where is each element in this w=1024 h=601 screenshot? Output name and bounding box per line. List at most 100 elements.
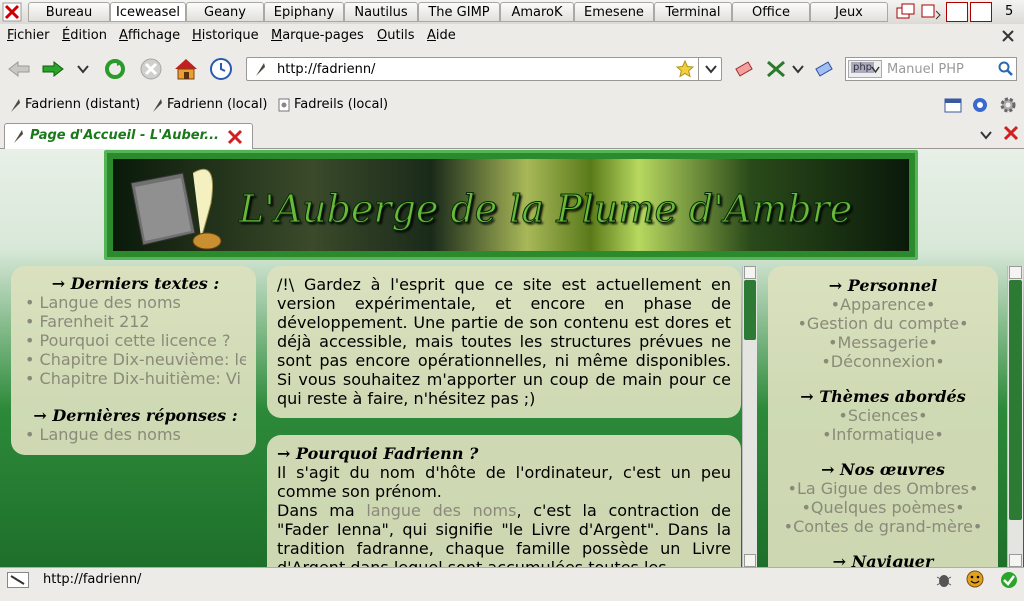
eraser-icon[interactable] <box>733 59 755 79</box>
bookmark-fadrienn-local[interactable]: Fadrienn (local) <box>167 97 268 112</box>
status-link-icon <box>7 572 29 588</box>
url-text[interactable]: http://fadrienn/ <box>277 62 375 77</box>
site-feather-icon <box>253 61 267 77</box>
url-bar[interactable]: http://fadrienn/ <box>246 57 722 81</box>
themes-title: → Thèmes abordés <box>800 387 966 406</box>
workspace-switcher-2[interactable] <box>970 2 992 22</box>
back-icon[interactable] <box>6 57 32 81</box>
smiley-icon[interactable] <box>966 570 984 592</box>
close-tab-icon[interactable] <box>1003 125 1019 145</box>
taskbar-tab-nautilus[interactable]: Nautilus <box>344 2 418 22</box>
home-icon[interactable] <box>173 57 199 81</box>
menu-link-informatique[interactable]: •Informatique• <box>772 425 994 444</box>
check-icon[interactable] <box>1000 571 1018 593</box>
menu-aide[interactable]: Aide <box>427 28 456 43</box>
tab-close-icon[interactable] <box>227 129 243 149</box>
url-dropdown-icon[interactable] <box>698 58 722 80</box>
feather-icon <box>9 97 21 117</box>
menubar-close-icon[interactable] <box>1000 28 1016 44</box>
taskbar-tab-epiphany[interactable]: Epiphany <box>264 2 344 22</box>
search-icon[interactable] <box>998 61 1014 77</box>
right-panel: → Personnel •Apparence• •Gestion du comp… <box>768 266 998 567</box>
bookmark-star-icon[interactable] <box>675 59 695 78</box>
workspace-switcher-1[interactable] <box>946 2 968 22</box>
reload-icon[interactable] <box>102 57 128 81</box>
taskbar-tab-amarok[interactable]: AmaroK <box>500 2 574 22</box>
tab-title: Page d'Accueil - L'Auber... <box>30 128 219 143</box>
app-close-icon[interactable] <box>2 2 22 22</box>
menu-affichage[interactable]: Affichage <box>119 28 180 43</box>
menu-link-messagerie[interactable]: •Messagerie• <box>772 333 994 352</box>
scroll-up-arrow[interactable] <box>744 266 756 279</box>
latest-text-item[interactable]: • Chapitre Dix-huitième: Vi <box>25 369 246 388</box>
menu-link-gigue-ombres[interactable]: •La Gigue des Ombres• <box>772 479 994 498</box>
taskbar-tab-geany[interactable]: Geany <box>186 2 264 22</box>
latest-text-item[interactable]: • Chapitre Dix-neuvième: le <box>25 350 246 369</box>
langue-des-noms-link[interactable]: langue des noms <box>366 501 516 520</box>
menu-marque-pages[interactable]: Marque-pages <box>271 28 364 43</box>
bug-icon[interactable] <box>935 571 953 593</box>
menu-link-apparence[interactable]: •Apparence• <box>772 295 994 314</box>
tools-x-icon[interactable] <box>765 59 787 79</box>
status-bar: http://fadrienn/ <box>0 567 1024 601</box>
taskbar-tab-terminal[interactable]: Terminal <box>654 2 732 22</box>
stop-icon[interactable] <box>138 57 164 81</box>
navigate-title: → Naviguer <box>832 552 934 567</box>
window-list-icon[interactable] <box>896 3 916 21</box>
bookmark-fadrienn-distant[interactable]: Fadrienn (distant) <box>25 97 140 112</box>
menu-fichier[interactable]: Fichier <box>7 28 50 43</box>
menu-link-contes[interactable]: •Contes de grand-mère• <box>772 517 994 536</box>
notice-panel: /!\ Gardez à l'esprit que ce site est ac… <box>267 266 741 418</box>
latest-reply-item[interactable]: • Langue des noms <box>25 425 246 444</box>
taskbar-tab-jeux[interactable]: Jeux <box>810 2 888 22</box>
gear-icon[interactable] <box>999 96 1017 118</box>
taskbar-tab-bureau[interactable]: Bureau <box>28 2 110 22</box>
menu-outils[interactable]: Outils <box>377 28 415 43</box>
taskbar-tab-office[interactable]: Office <box>732 2 810 22</box>
menubar: Fichier Édition Affichage Historique Mar… <box>0 24 1024 48</box>
search-box[interactable]: php Manuel PHP <box>845 57 1017 81</box>
menu-link-deconnexion[interactable]: •Déconnexion• <box>772 352 994 371</box>
search-engine-selector[interactable]: php <box>848 60 882 78</box>
banner-title: L'Auberge de la Plume d'Ambre <box>238 187 853 232</box>
eraser-2-icon[interactable] <box>813 59 835 79</box>
scroll-thumb[interactable] <box>744 280 756 340</box>
page-content: L'Auberge de la Plume d'Ambre → Derniers… <box>0 149 1024 567</box>
tab-feather-icon <box>12 128 24 148</box>
latest-texts-title: → Derniers textes : <box>51 274 220 293</box>
menu-historique[interactable]: Historique <box>192 28 259 43</box>
history-clock-icon[interactable] <box>208 57 234 81</box>
main-scrollbar[interactable] <box>742 266 757 567</box>
calendar-icon[interactable] <box>944 97 962 117</box>
extension-icon[interactable] <box>971 96 989 118</box>
history-dropdown-icon[interactable] <box>74 57 92 81</box>
scroll-down-arrow[interactable] <box>744 554 756 567</box>
forward-icon[interactable] <box>40 57 66 81</box>
search-input[interactable]: Manuel PHP <box>887 62 964 77</box>
show-desktop-icon[interactable] <box>920 3 942 21</box>
taskbar-tab-emesene[interactable]: Emesene <box>574 2 654 22</box>
menu-edition[interactable]: Édition <box>62 28 107 43</box>
taskbar-tab-gimp[interactable]: The GIMP <box>418 2 500 22</box>
latest-text-item[interactable]: • Farenheit 212 <box>25 312 246 331</box>
banner-image: L'Auberge de la Plume d'Ambre <box>113 159 909 251</box>
latest-text-item[interactable]: • Langue des noms <box>25 293 246 312</box>
taskbar-tab-iceweasel[interactable]: Iceweasel <box>110 2 186 22</box>
latest-text-item[interactable]: • Pourquoi cette licence ? <box>25 331 246 350</box>
page-scroll-up-arrow[interactable] <box>1009 266 1022 279</box>
notice-text: /!\ Gardez à l'esprit que ce site est ac… <box>277 275 731 408</box>
tab-list-icon[interactable] <box>980 129 992 144</box>
tools-dropdown-icon[interactable] <box>792 63 806 75</box>
page-scroll-down-arrow[interactable] <box>1009 554 1022 567</box>
tab-page-accueil[interactable]: Page d'Accueil - L'Auber... <box>4 123 253 149</box>
menu-link-poemes[interactable]: •Quelques poèmes• <box>772 498 994 517</box>
bookmark-fadreils-local[interactable]: Fadreils (local) <box>294 97 388 112</box>
tab-bar: Page d'Accueil - L'Auber... <box>0 120 1024 149</box>
site-banner: L'Auberge de la Plume d'Ambre <box>104 150 918 260</box>
menu-link-gestion-compte[interactable]: •Gestion du compte• <box>772 314 994 333</box>
personal-title: → Personnel <box>828 276 938 295</box>
why-title: → Pourquoi Fadrienn ? <box>277 444 479 463</box>
page-scroll-thumb[interactable] <box>1009 280 1022 520</box>
menu-link-sciences[interactable]: •Sciences• <box>772 406 994 425</box>
page-scrollbar[interactable] <box>1007 266 1023 567</box>
